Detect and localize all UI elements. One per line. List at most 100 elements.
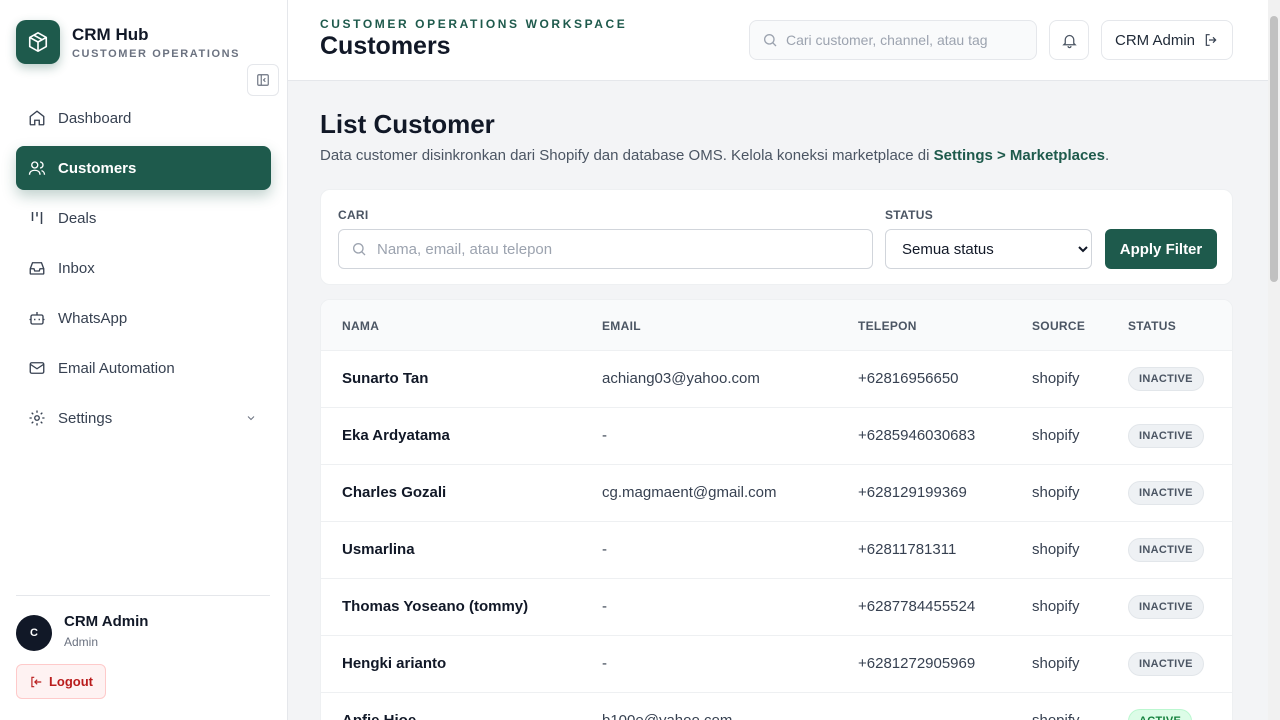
sidebar-item-settings[interactable]: Settings (16, 396, 271, 440)
sidebar-divider (16, 595, 270, 596)
cell-name: Thomas Yoseano (tommy) (342, 598, 529, 615)
cell-name: Eka Ardyatama (342, 427, 450, 444)
table-header: NAMA EMAIL TELEPON SOURCE STATUS (321, 300, 1232, 351)
cell-source: shopify (1032, 541, 1080, 558)
cell-phone: +62811781311 (858, 541, 957, 558)
table-row[interactable]: Apfie Hioe b100e@yahoo.com - shopify ACT… (321, 693, 1232, 720)
customer-search-input[interactable] (377, 240, 857, 258)
logout-label: Logout (48, 674, 94, 689)
brand-subtitle: CUSTOMER OPERATIONS (72, 48, 241, 60)
account-logout-button[interactable]: CRM Admin (1101, 20, 1233, 60)
cell-phone: +62816956650 (858, 370, 959, 387)
status-badge: INACTIVE (1128, 538, 1204, 562)
sidebar-item-label: Dashboard (58, 109, 132, 127)
marketplaces-settings-link[interactable]: Settings > Marketplaces (934, 147, 1105, 164)
scrollbar-thumb[interactable] (1270, 16, 1278, 282)
sidebar-item-whatsapp[interactable]: WhatsApp (16, 296, 271, 340)
inbox-icon (28, 259, 46, 277)
table-row[interactable]: Sunarto Tan achiang03@yahoo.com +6281695… (321, 351, 1232, 408)
user-name: CRM Admin (64, 613, 149, 630)
status-filter-label: STATUS (885, 208, 934, 222)
column-header-phone[interactable]: TELEPON (858, 319, 917, 333)
sidebar-item-inbox[interactable]: Inbox (16, 246, 271, 290)
brand-title: CRM Hub (72, 25, 149, 44)
cell-phone: - (858, 712, 863, 720)
status-badge: ACTIVE (1128, 709, 1193, 720)
table-row[interactable]: Hengki arianto - +6281272905969 shopify … (321, 636, 1232, 693)
cell-email: - (602, 541, 607, 558)
brand[interactable]: CRM Hub CUSTOMER OPERATIONS (16, 20, 240, 64)
bot-icon (28, 309, 46, 327)
search-filter-label: CARI (338, 208, 369, 222)
workspace-label: CUSTOMER OPERATIONS WORKSPACE (320, 17, 628, 31)
section-title: List Customer (320, 109, 495, 139)
column-header-email[interactable]: EMAIL (602, 319, 641, 333)
filter-panel: CARI STATUS Semua status Apply Filter (320, 189, 1233, 285)
description-text: Data customer disinkronkan dari Shopify … (320, 147, 934, 164)
status-badge: INACTIVE (1128, 481, 1204, 505)
avatar: C (16, 615, 52, 651)
cell-source: shopify (1032, 427, 1080, 444)
top-header: CUSTOMER OPERATIONS WORKSPACE Customers … (288, 0, 1268, 81)
cell-source: shopify (1032, 484, 1080, 501)
cell-name: Usmarlina (342, 541, 415, 558)
cell-email: - (602, 655, 607, 672)
page-scrollbar[interactable] (1268, 0, 1280, 720)
cell-email: achiang03@yahoo.com (602, 370, 760, 387)
column-header-source[interactable]: SOURCE (1032, 319, 1085, 333)
sidebar-item-label: Customers (58, 159, 137, 177)
panel-collapse-icon (257, 74, 269, 86)
page-title: Customers (320, 32, 451, 60)
sidebar-item-dashboard[interactable]: Dashboard (16, 96, 271, 140)
bell-icon (1061, 34, 1077, 48)
sidebar-item-email-automation[interactable]: Email Automation (16, 346, 271, 390)
apply-filter-button[interactable]: Apply Filter (1105, 229, 1217, 269)
users-icon (28, 159, 46, 177)
search-icon (353, 243, 366, 256)
cell-phone: +6287784455524 (858, 598, 976, 615)
status-badge: INACTIVE (1128, 367, 1204, 391)
status-select[interactable]: Semua status (885, 229, 1092, 269)
cell-phone: +6281272905969 (858, 655, 976, 672)
customer-search-field[interactable] (338, 229, 873, 269)
cell-phone: +628129199369 (858, 484, 967, 501)
sidebar-item-label: Settings (58, 409, 113, 427)
status-badge: INACTIVE (1128, 424, 1204, 448)
status-badge: INACTIVE (1128, 652, 1204, 676)
cell-name: Charles Gozali (342, 484, 447, 501)
global-search[interactable] (749, 20, 1037, 60)
cell-source: shopify (1032, 370, 1080, 387)
table-row[interactable]: Eka Ardyatama - +6285946030683 shopify I… (321, 408, 1232, 465)
user-profile: C CRM Admin Admin (16, 612, 148, 651)
cell-source: shopify (1032, 655, 1080, 672)
bar-chart-icon (28, 209, 46, 227)
column-header-name[interactable]: NAMA (342, 319, 379, 333)
home-icon (28, 109, 46, 127)
sidebar-item-label: WhatsApp (58, 309, 128, 327)
sidebar-item-customers[interactable]: Customers (16, 146, 271, 190)
global-search-input[interactable] (786, 32, 1014, 48)
cube-logo-icon (16, 20, 60, 64)
chevron-down-icon[interactable] (245, 411, 257, 429)
table-row[interactable]: Charles Gozali cg.magmaent@gmail.com +62… (321, 465, 1232, 522)
gear-icon (28, 409, 46, 427)
admin-label: CRM Admin (1114, 31, 1196, 49)
sidebar-item-label: Deals (58, 209, 97, 227)
table-row[interactable]: Usmarlina - +62811781311 shopify INACTIV… (321, 522, 1232, 579)
collapse-sidebar-button[interactable] (247, 64, 279, 96)
sidebar-item-label: Inbox (58, 259, 95, 277)
logout-button[interactable]: Logout (16, 664, 106, 699)
sidebar-nav: Dashboard Customers Deals Inbox WhatsApp… (16, 96, 271, 446)
cell-name: Apfie Hioe (342, 712, 416, 720)
cell-name: Hengki arianto (342, 655, 447, 672)
cell-email: - (602, 598, 607, 615)
section-description: Data customer disinkronkan dari Shopify … (320, 147, 1109, 164)
notifications-button[interactable] (1049, 20, 1089, 60)
column-header-status[interactable]: STATUS (1128, 319, 1176, 333)
logout-icon (1205, 34, 1217, 46)
sidebar-item-deals[interactable]: Deals (16, 196, 271, 240)
cell-phone: +6285946030683 (858, 427, 976, 444)
status-badge: INACTIVE (1128, 595, 1204, 619)
mail-icon (28, 359, 46, 377)
table-row[interactable]: Thomas Yoseano (tommy) - +6287784455524 … (321, 579, 1232, 636)
